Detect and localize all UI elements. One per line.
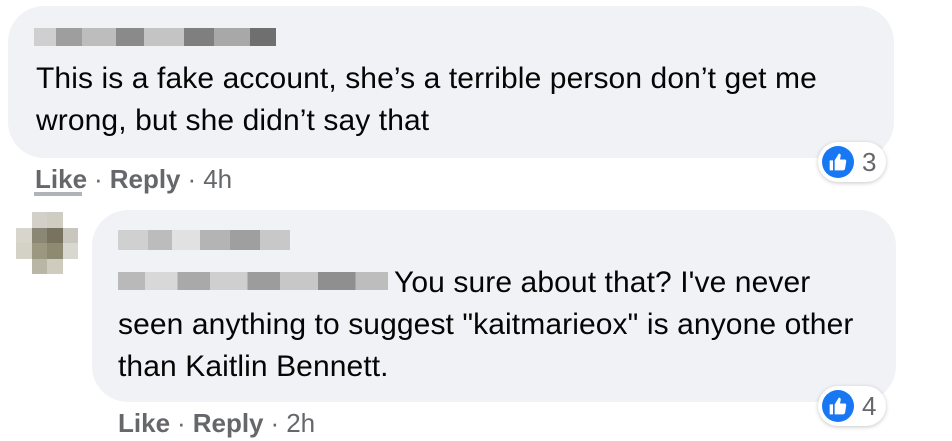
commenter-name-redacted[interactable]	[34, 28, 276, 46]
reaction-summary[interactable]: 4	[818, 386, 887, 426]
like-reaction-icon	[822, 390, 854, 422]
like-button[interactable]: Like	[118, 408, 170, 439]
reply-text: You sure about that? I've never seen any…	[118, 262, 878, 388]
reply-button[interactable]: Reply	[110, 164, 181, 195]
reaction-count: 3	[862, 146, 877, 177]
separator: ·	[270, 408, 280, 438]
comment-actions: Like · Reply · 4h	[35, 164, 232, 195]
timestamp[interactable]: 2h	[286, 408, 315, 439]
separator: ·	[187, 164, 197, 194]
like-button[interactable]: Like	[35, 164, 87, 195]
reply-button[interactable]: Reply	[193, 408, 264, 439]
comment-thread: This is a fake account, she’s a terrible…	[0, 0, 952, 441]
reply-actions: Like · Reply · 2h	[118, 408, 315, 439]
like-reaction-icon	[822, 146, 854, 178]
reaction-count: 4	[862, 390, 877, 421]
mention-redacted[interactable]	[118, 272, 388, 291]
separator: ·	[94, 164, 103, 194]
avatar[interactable]	[16, 212, 78, 274]
like-hover-underline	[34, 192, 82, 196]
comment-text: This is a fake account, she’s a terrible…	[36, 62, 817, 137]
separator: ·	[177, 408, 186, 438]
timestamp[interactable]: 4h	[203, 164, 232, 195]
replier-name-redacted[interactable]	[118, 230, 290, 250]
reaction-summary[interactable]: 3	[818, 142, 887, 182]
